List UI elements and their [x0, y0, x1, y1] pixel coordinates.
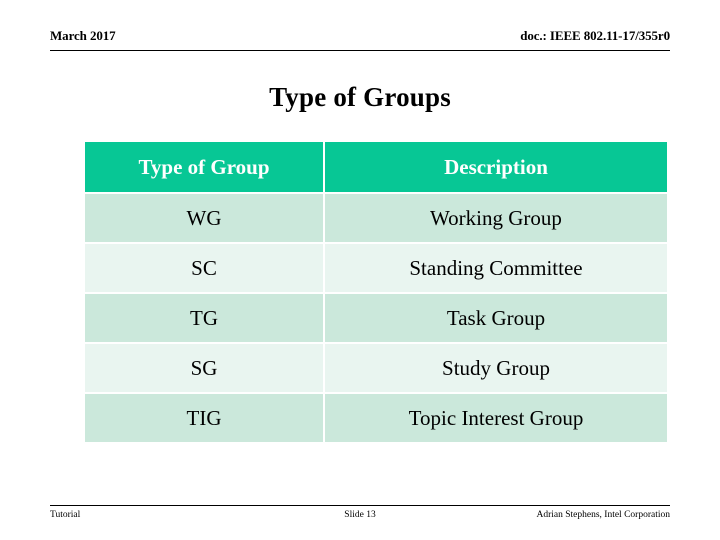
cell-group-abbr: SG [85, 344, 323, 392]
cell-group-description: Standing Committee [325, 244, 667, 292]
table-row: SC Standing Committee [85, 244, 667, 292]
cell-group-description: Topic Interest Group [325, 394, 667, 442]
cell-group-description: Working Group [325, 194, 667, 242]
cell-group-abbr: WG [85, 194, 323, 242]
table-row: TG Task Group [85, 294, 667, 342]
cell-group-abbr: TG [85, 294, 323, 342]
cell-group-abbr: TIG [85, 394, 323, 442]
slide-footer: Tutorial Slide 13 Adrian Stephens, Intel… [50, 505, 670, 533]
type-of-groups-table-wrapper: Type of Group Description WG Working Gro… [85, 142, 667, 442]
cell-group-description: Study Group [325, 344, 667, 392]
header-date: March 2017 [50, 28, 116, 43]
slide-canvas: { "header": { "left": "March 2017", "rig… [0, 0, 720, 540]
table-row: WG Working Group [85, 194, 667, 242]
table-row: TIG Topic Interest Group [85, 394, 667, 442]
column-header-description: Description [325, 142, 667, 192]
slide-header: March 2017 doc.: IEEE 802.11-17/355r0 [50, 28, 670, 54]
column-header-type-of-group: Type of Group [85, 142, 323, 192]
table-header-row: Type of Group Description [85, 142, 667, 192]
cell-group-description: Task Group [325, 294, 667, 342]
footer-divider [50, 505, 670, 506]
cell-group-abbr: SC [85, 244, 323, 292]
table-row: SG Study Group [85, 344, 667, 392]
header-doc-id: doc.: IEEE 802.11-17/355r0 [520, 28, 670, 43]
header-divider [50, 50, 670, 51]
type-of-groups-table: Type of Group Description WG Working Gro… [83, 140, 669, 444]
page-title: Type of Groups [269, 82, 451, 112]
footer-author: Adrian Stephens, Intel Corporation [536, 510, 670, 520]
